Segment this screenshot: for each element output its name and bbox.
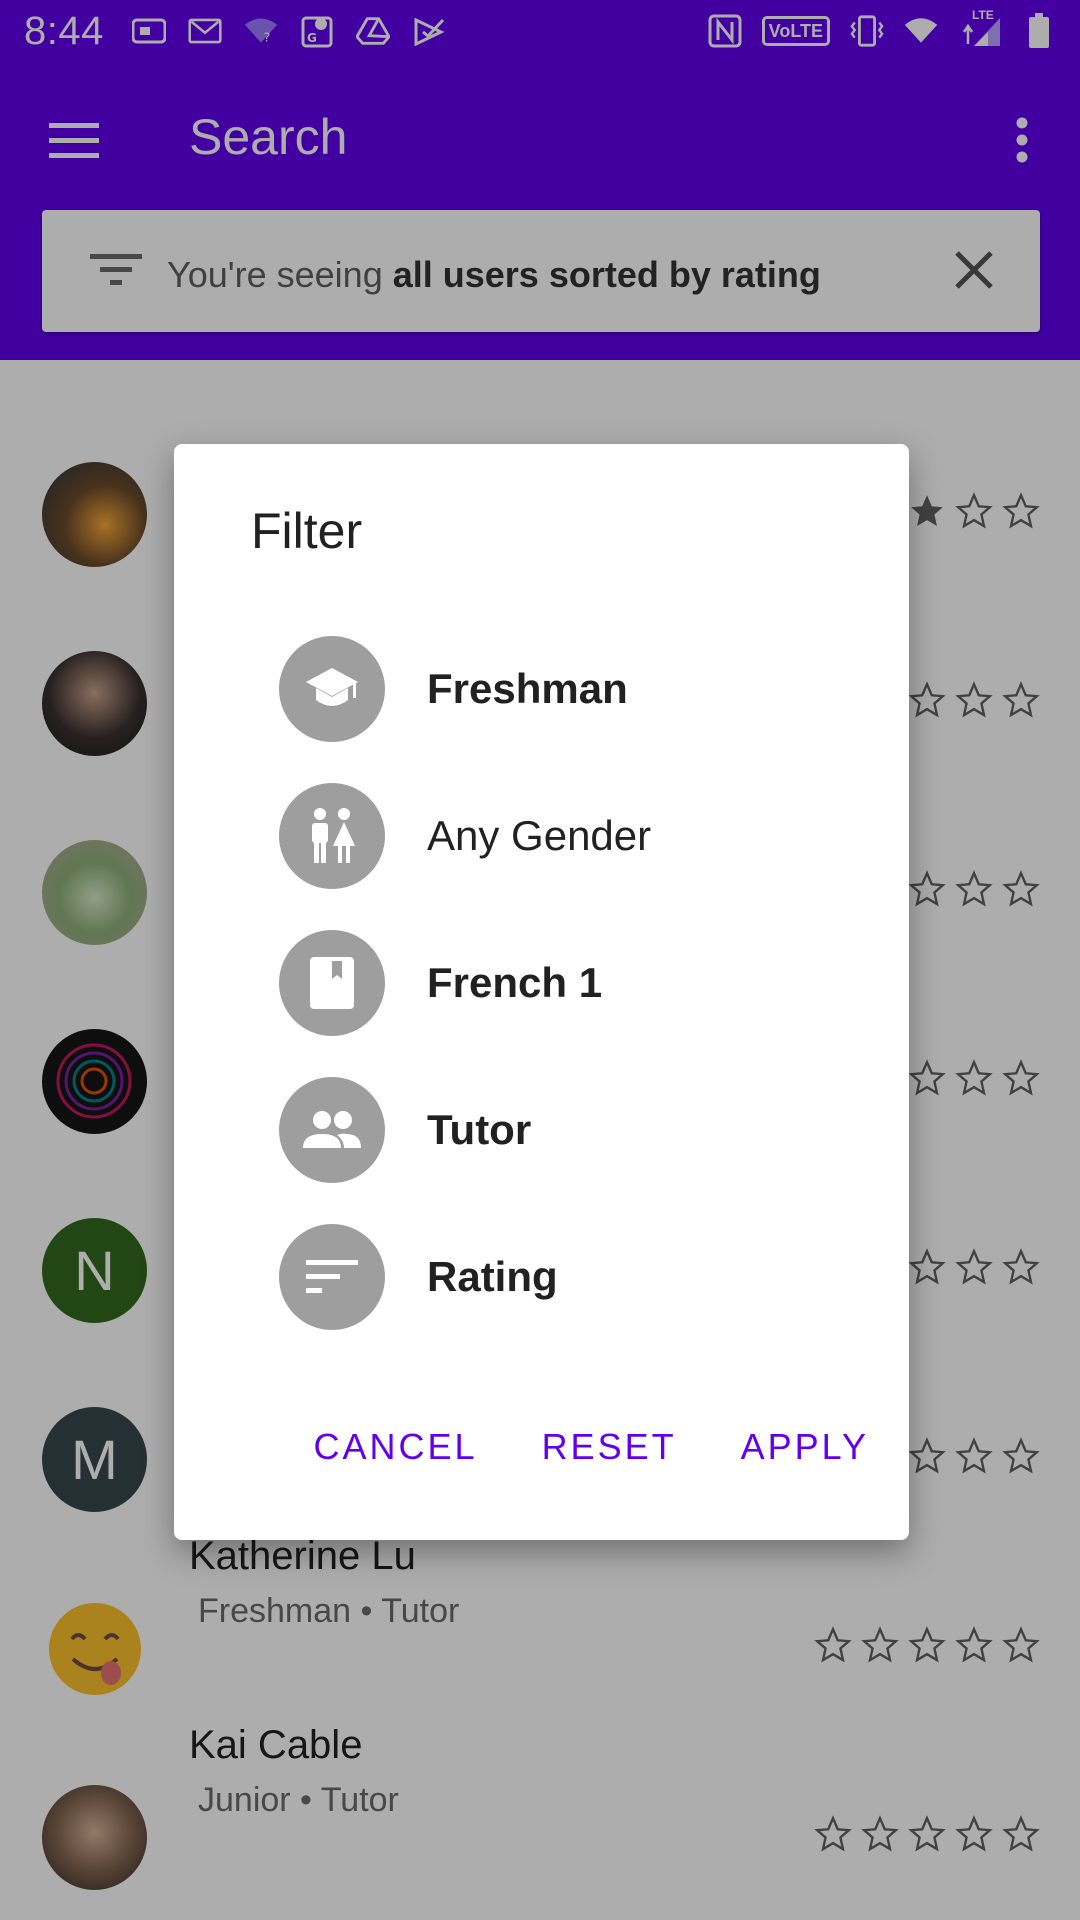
school-icon [279,636,385,742]
cancel-button[interactable]: CANCEL [314,1426,478,1468]
filter-option-label: Freshman [427,665,628,712]
filter-option-course[interactable]: French 1 [279,930,839,1036]
wc-icon [279,783,385,889]
filter-option-role[interactable]: Tutor [279,1077,839,1183]
book-icon [279,930,385,1036]
filter-option-year[interactable]: Freshman [279,636,839,742]
filter-option-label: French 1 [427,959,603,1006]
filter-option-label: Rating [427,1253,558,1300]
filter-option-gender[interactable]: Any Gender [279,783,839,889]
dialog-title: Filter [251,503,363,559]
apply-button[interactable]: APPLY [741,1426,869,1468]
reset-button[interactable]: RESET [542,1426,677,1468]
sort-icon [279,1224,385,1330]
filter-option-label: Tutor [427,1106,532,1153]
filter-option-label: Any Gender [427,812,652,859]
filter-dialog: Filter Freshman Any Gender French 1 Tuto… [174,444,909,1540]
people-icon [279,1077,385,1183]
filter-option-sort[interactable]: Rating [279,1224,839,1330]
dialog-actions: CANCEL RESET APPLY [314,1426,869,1468]
